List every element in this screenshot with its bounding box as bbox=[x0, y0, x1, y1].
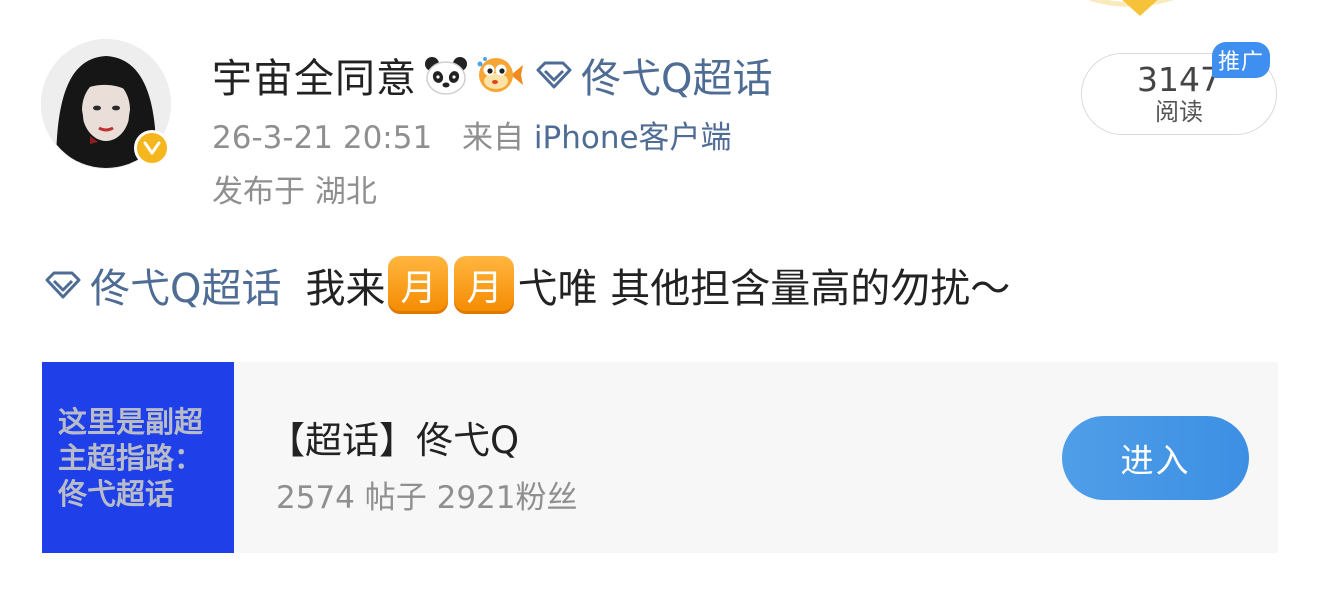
body-text-lead: 我来 bbox=[305, 266, 386, 312]
weibo-post: 宇宙全同意 佟弋Q超话 26-3-21 20:51 来自 iPhone客户端 发… bbox=[0, 0, 1320, 612]
source-prefix: 来自 bbox=[462, 120, 525, 156]
card-title: 【超话】佟弋Q bbox=[268, 419, 520, 462]
thumbnail-line: 主超指路： bbox=[58, 440, 204, 475]
post-body: 佟弋Q超话 我来 月 月 弋唯 其他担含量高的勿扰～ bbox=[44, 255, 1010, 315]
body-text-trail: 弋唯 其他担含量高的勿扰～ bbox=[517, 266, 1011, 312]
post-timestamp: 26-3-21 20:51 bbox=[212, 120, 433, 156]
card-thumbnail: 这里是副超 主超指路： 佟弋超话 bbox=[42, 362, 234, 553]
supertopic-card[interactable]: 这里是副超 主超指路： 佟弋超话 【超话】佟弋Q 2574 帖子 2921粉丝 … bbox=[42, 362, 1278, 553]
body-topic-label: 佟弋Q超话 bbox=[90, 266, 282, 312]
header-topic-label: 佟弋Q超话 bbox=[581, 56, 773, 102]
verified-v-icon bbox=[134, 130, 170, 166]
decoration-icon bbox=[1088, 0, 1175, 16]
header-topic-link[interactable]: 佟弋Q超话 bbox=[535, 46, 772, 104]
promo-badge: 推广 bbox=[1212, 42, 1270, 78]
post-meta: 26-3-21 20:51 来自 iPhone客户端 bbox=[212, 112, 732, 157]
enter-button[interactable]: 进入 bbox=[1062, 416, 1249, 500]
pufferfish-icon bbox=[475, 55, 525, 95]
moon-emoji-tile: 月 bbox=[454, 256, 515, 314]
reads-label: 阅读 bbox=[1155, 98, 1203, 126]
author-row: 宇宙全同意 佟弋Q超话 bbox=[212, 46, 772, 104]
body-topic-link[interactable]: 佟弋Q超话 bbox=[44, 256, 281, 314]
thumbnail-line: 这里是副超 bbox=[58, 404, 204, 439]
post-location: 发布于 湖北 bbox=[212, 174, 377, 210]
source-link[interactable]: iPhone客户端 bbox=[534, 120, 732, 156]
diamond-icon bbox=[44, 270, 82, 300]
panda-icon bbox=[423, 55, 469, 95]
user-name[interactable]: 宇宙全同意 bbox=[212, 46, 417, 104]
diamond-icon bbox=[535, 60, 573, 90]
thumbnail-line: 佟弋超话 bbox=[58, 476, 175, 511]
moon-emoji-tile: 月 bbox=[388, 256, 449, 314]
avatar[interactable] bbox=[42, 40, 170, 168]
card-stats: 2574 帖子 2921粉丝 bbox=[276, 480, 578, 516]
